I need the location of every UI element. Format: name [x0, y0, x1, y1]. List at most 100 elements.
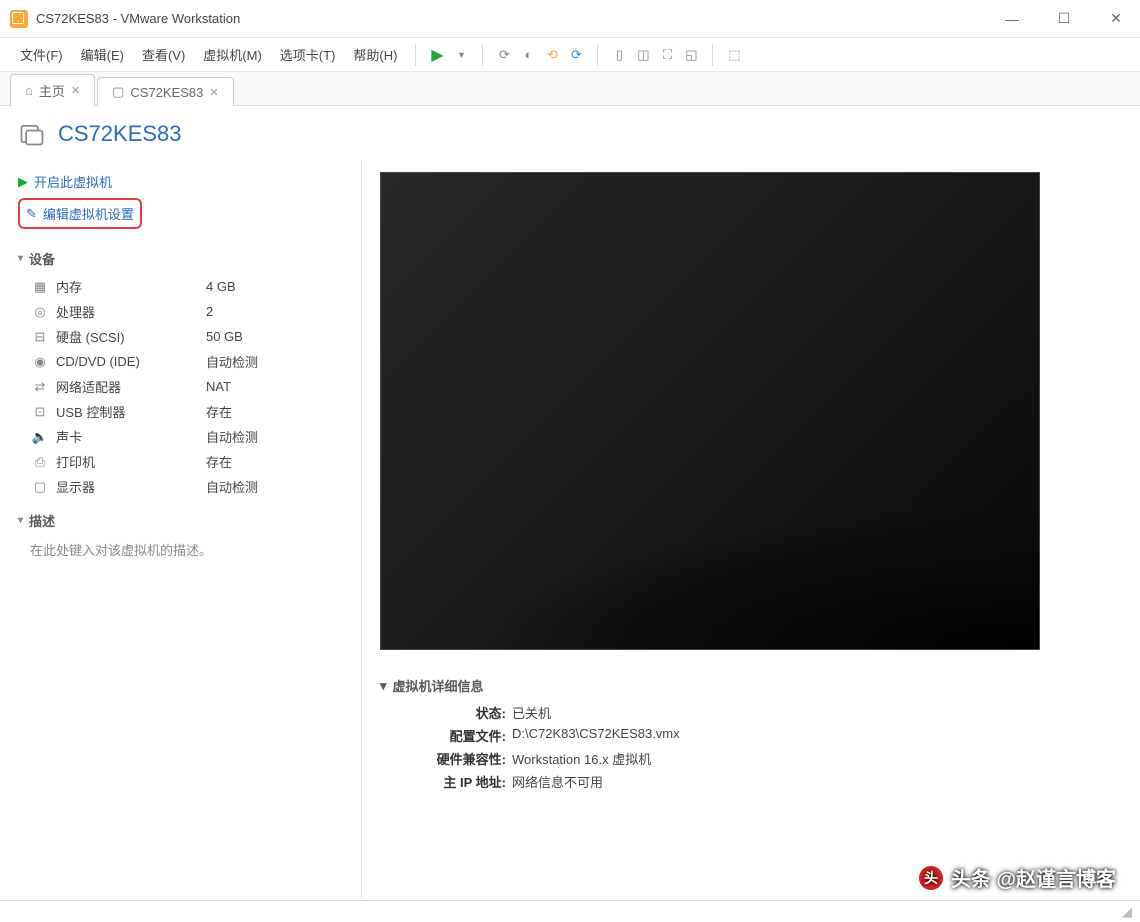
- minimize-button[interactable]: —: [998, 5, 1026, 33]
- menu-file[interactable]: 文件(F): [12, 41, 71, 68]
- device-value: 自动检测: [206, 352, 258, 371]
- unity-icon[interactable]: ◱: [680, 44, 702, 66]
- memory-icon: ▦: [30, 279, 50, 295]
- description-placeholder[interactable]: 在此处键入对该虚拟机的描述。: [18, 536, 343, 559]
- statusbar: ◢: [0, 900, 1140, 922]
- disk-icon: ⊟: [30, 329, 50, 345]
- tab-vm[interactable]: ▢ CS72KES83 ✕: [97, 77, 234, 106]
- left-panel: ▶ 开启此虚拟机 ✎ 编辑虚拟机设置 ▾ 设备 ▦内存4 GB◎处理器2⊟硬盘 …: [0, 162, 362, 898]
- disc-icon: ◉: [30, 354, 50, 370]
- snapshot-manager-icon[interactable]: ⟲: [541, 44, 563, 66]
- device-row-disk[interactable]: ⊟ 硬盘 (SCSI)50 GB: [18, 324, 343, 349]
- menu-tabs[interactable]: 选项卡(T): [272, 41, 344, 68]
- tab-home[interactable]: ⌂ 主页 ✕: [10, 74, 95, 106]
- window-title: CS72KES83 - VMware Workstation: [36, 11, 240, 26]
- display-icon: ▢: [30, 479, 50, 495]
- watermark-text: 头条 @赵谨言博客: [951, 863, 1116, 892]
- power-on-label: 开启此虚拟机: [34, 172, 112, 191]
- hw-label: 硬件兼容性:: [420, 749, 506, 768]
- snapshot-icon[interactable]: ◐: [517, 44, 539, 66]
- menu-edit[interactable]: 编辑(E): [73, 41, 132, 68]
- play-button-icon[interactable]: ▶: [426, 44, 448, 66]
- menu-help[interactable]: 帮助(H): [345, 41, 405, 68]
- right-panel: ▾ 虚拟机详细信息 状态: 已关机 配置文件: D:\C72K83\CS72KE…: [362, 162, 1140, 898]
- device-value: 自动检测: [206, 477, 258, 496]
- watermark: 头 头条 @赵谨言博客: [919, 863, 1116, 892]
- printer-icon: ⎙: [30, 454, 50, 470]
- device-row-printer[interactable]: ⎙ 打印机存在: [18, 449, 343, 474]
- vm-title: CS72KES83: [58, 121, 182, 147]
- vm-tab-icon: ▢: [112, 84, 124, 100]
- tab-vm-label: CS72KES83: [130, 85, 203, 100]
- detail-row-ip: 主 IP 地址: 网络信息不可用: [380, 770, 1122, 793]
- config-label: 配置文件:: [420, 726, 506, 745]
- edit-settings-label: 编辑虚拟机设置: [43, 204, 134, 223]
- devices-section-header[interactable]: ▾ 设备: [18, 237, 343, 274]
- vm-title-header: CS72KES83: [0, 106, 1140, 162]
- vm-details-header[interactable]: ▾ 虚拟机详细信息: [380, 670, 1122, 701]
- device-row-sound[interactable]: 🔈 声卡自动检测: [18, 424, 343, 449]
- ip-value: 网络信息不可用: [512, 772, 603, 791]
- device-label: 内存: [56, 277, 206, 296]
- caret-down-icon: ▾: [18, 253, 23, 264]
- device-row-display[interactable]: ▢ 显示器自动检测: [18, 474, 343, 499]
- device-label: 显示器: [56, 477, 206, 496]
- view-single-icon[interactable]: ▯: [608, 44, 630, 66]
- network-icon: ⇄: [30, 379, 50, 395]
- device-value: 存在: [206, 452, 232, 471]
- device-label: USB 控制器: [56, 402, 206, 421]
- close-tab-icon[interactable]: ✕: [209, 86, 218, 99]
- menu-vm[interactable]: 虚拟机(M): [195, 41, 270, 68]
- watermark-icon: 头: [919, 866, 943, 890]
- device-label: 打印机: [56, 452, 206, 471]
- maximize-button[interactable]: ☐: [1050, 5, 1078, 33]
- stretch-icon[interactable]: ⬚: [723, 44, 745, 66]
- sound-icon: 🔈: [30, 429, 50, 445]
- settings-icon: ✎: [26, 206, 37, 222]
- description-section-header[interactable]: ▾ 描述: [18, 499, 343, 536]
- device-value: 50 GB: [206, 329, 243, 344]
- tabstrip: ⌂ 主页 ✕ ▢ CS72KES83 ✕: [0, 72, 1140, 106]
- send-ctrl-alt-del-icon[interactable]: ⟳: [493, 44, 515, 66]
- vm-display-preview[interactable]: [380, 172, 1040, 650]
- device-row-network[interactable]: ⇄网络适配器NAT: [18, 374, 343, 399]
- device-label: 处理器: [56, 302, 206, 321]
- view-split-icon[interactable]: ◫: [632, 44, 654, 66]
- resize-grip-icon[interactable]: ◢: [1122, 904, 1132, 920]
- detail-row-hw: 硬件兼容性: Workstation 16.x 虚拟机: [380, 747, 1122, 770]
- details-header-label: 虚拟机详细信息: [393, 676, 484, 695]
- device-label: CD/DVD (IDE): [56, 354, 206, 369]
- state-value: 已关机: [512, 703, 551, 722]
- cpu-icon: ◎: [30, 304, 50, 320]
- vm-folder-icon: [18, 120, 46, 148]
- device-label: 声卡: [56, 427, 206, 446]
- device-label: 硬盘 (SCSI): [56, 327, 206, 346]
- close-button[interactable]: ✕: [1102, 5, 1130, 33]
- device-value: NAT: [206, 379, 231, 394]
- fullscreen-icon[interactable]: ⛶: [656, 44, 678, 66]
- caret-down-icon: ▾: [18, 515, 23, 526]
- config-value: D:\C72K83\CS72KES83.vmx: [512, 726, 680, 745]
- device-row-usb[interactable]: ⊡ USB 控制器存在: [18, 399, 343, 424]
- edit-vm-settings-link[interactable]: ✎ 编辑虚拟机设置: [18, 198, 142, 229]
- hw-value: Workstation 16.x 虚拟机: [512, 749, 651, 768]
- close-tab-icon[interactable]: ✕: [71, 84, 80, 97]
- menu-view[interactable]: 查看(V): [134, 41, 193, 68]
- device-row-memory[interactable]: ▦内存4 GB: [18, 274, 343, 299]
- revert-icon[interactable]: ⟳: [565, 44, 587, 66]
- device-value: 2: [206, 304, 213, 319]
- play-icon: ▶: [18, 174, 28, 190]
- detail-row-state: 状态: 已关机: [380, 701, 1122, 724]
- power-on-vm-link[interactable]: ▶ 开启此虚拟机: [18, 168, 343, 195]
- device-row-cpu[interactable]: ◎ 处理器2: [18, 299, 343, 324]
- device-value: 存在: [206, 402, 232, 421]
- device-value: 自动检测: [206, 427, 258, 446]
- detail-row-config: 配置文件: D:\C72K83\CS72KES83.vmx: [380, 724, 1122, 747]
- home-icon: ⌂: [25, 83, 33, 98]
- devices-header-label: 设备: [29, 249, 55, 268]
- caret-down-icon: ▾: [380, 678, 387, 694]
- usb-icon: ⊡: [30, 404, 50, 420]
- window-titlebar: CS72KES83 - VMware Workstation — ☐ ✕: [0, 0, 1140, 38]
- play-dropdown-icon[interactable]: ▼: [450, 44, 472, 66]
- device-row-disc[interactable]: ◉ CD/DVD (IDE)自动检测: [18, 349, 343, 374]
